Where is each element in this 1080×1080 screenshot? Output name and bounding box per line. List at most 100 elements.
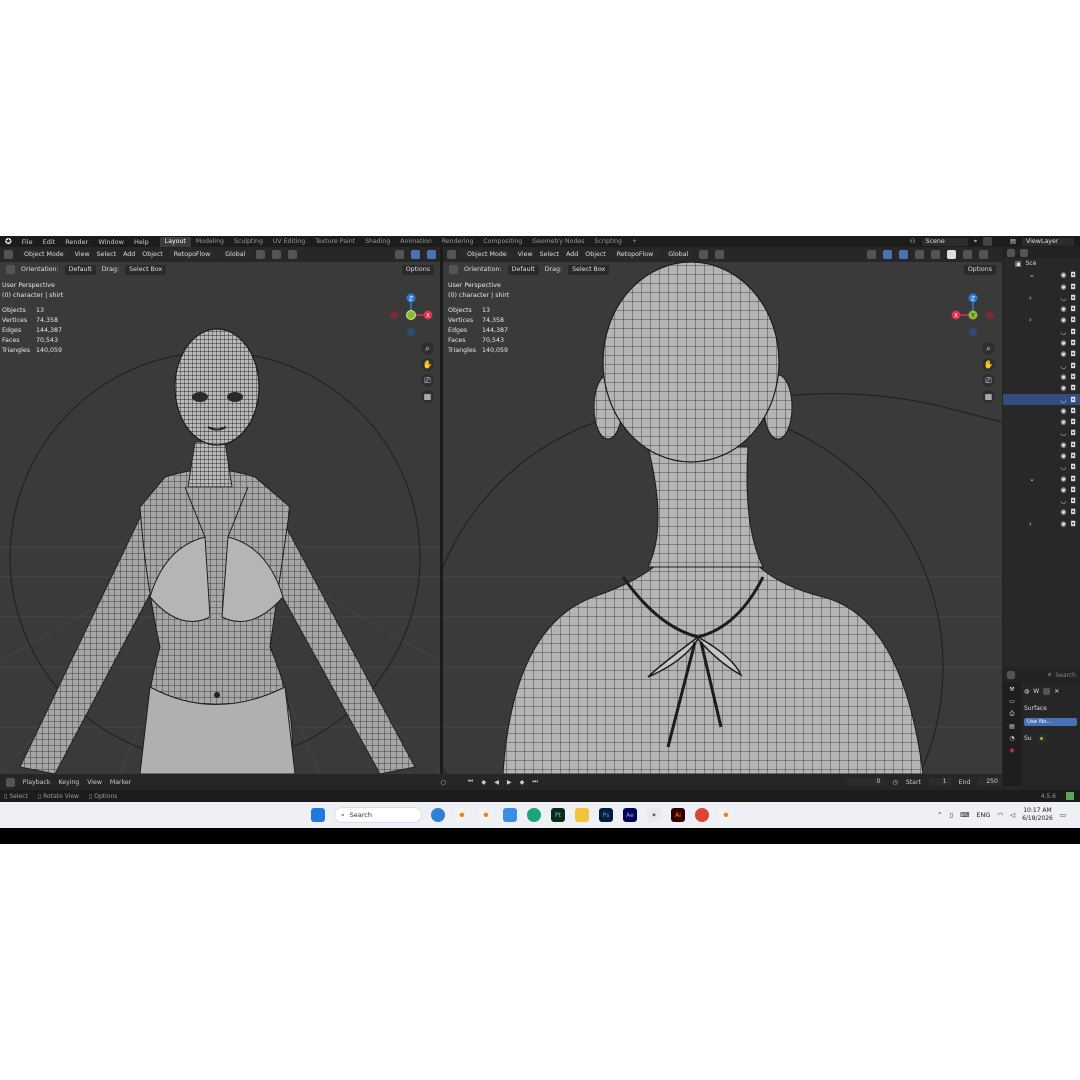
snap-icon[interactable] (715, 250, 725, 259)
render-camera-icon[interactable]: ◘ (1070, 305, 1076, 313)
menu-select[interactable]: Select (540, 251, 559, 258)
eye-visibility-icon[interactable]: ◡ (1060, 429, 1066, 437)
blender-app-icon-2[interactable]: ⚈ (479, 808, 493, 822)
outliner-row[interactable]: ◉ ◘ (1003, 303, 1080, 314)
tray-chevron-icon[interactable]: ⌃ (937, 811, 942, 819)
menu-render[interactable]: Render (60, 238, 93, 246)
properties-panel[interactable]: ⌕ Search ⚒ ▭ ⎙ ▤ ◔ ◉ ◍ W ✕ Surface Use N (1003, 668, 1080, 790)
close-icon[interactable]: ✕ (1054, 688, 1059, 695)
expand-arrow-icon[interactable]: › (1003, 294, 1032, 302)
render-camera-icon[interactable]: ◘ (1070, 362, 1076, 370)
eye-visibility-icon[interactable]: ◉ (1060, 486, 1066, 494)
render-camera-icon[interactable]: ◘ (1070, 373, 1076, 381)
outliner-row[interactable]: › ◡ ◘ (1003, 292, 1080, 303)
visibility-icon[interactable] (395, 250, 404, 259)
menu-window[interactable]: Window (93, 238, 129, 246)
mode-select[interactable]: Object Mode (20, 249, 68, 260)
material-shading-icon[interactable] (963, 250, 972, 259)
eye-visibility-icon[interactable]: ◉ (1060, 475, 1066, 483)
eye-visibility-icon[interactable]: ◡ (1060, 463, 1066, 471)
render-camera-icon[interactable]: ◘ (1070, 497, 1076, 505)
pivot-icon[interactable] (256, 250, 266, 259)
play-icon[interactable]: ▶ (507, 779, 512, 786)
scene-selector[interactable]: Scene (921, 237, 968, 246)
zoom-icon[interactable]: ⌕ (421, 342, 434, 355)
drag-select[interactable]: Select Box (568, 264, 610, 275)
outliner-row[interactable]: ◡ ◘ (1003, 496, 1080, 507)
retopoflow-menu[interactable]: RetopoFlow (169, 249, 215, 260)
drag-select[interactable]: Select Box (125, 264, 167, 275)
grid-icon[interactable]: ▦ (421, 390, 434, 403)
filter-icon[interactable] (1020, 248, 1028, 257)
photoshop-icon[interactable]: Ps (599, 808, 613, 822)
solid-shading-icon[interactable] (947, 250, 956, 259)
expand-arrow-icon[interactable]: › (1003, 520, 1032, 528)
pan-hand-icon[interactable]: ✋ (982, 358, 995, 371)
render-camera-icon[interactable]: ◘ (1070, 271, 1076, 279)
tab-scripting[interactable]: Scripting (589, 237, 627, 247)
proportional-edit-icon[interactable] (288, 250, 298, 259)
eye-visibility-icon[interactable]: ◡ (1060, 328, 1066, 336)
play-reverse-icon[interactable]: ◀ (494, 779, 499, 786)
notification-icon[interactable]: ▭ (1060, 811, 1066, 819)
substance-painter-icon[interactable]: Pt (551, 808, 565, 822)
outliner-row[interactable]: ◡ ◘ (1003, 462, 1080, 473)
tray-keyboard-icon[interactable]: ⌨ (960, 811, 969, 819)
rendered-shading-icon[interactable] (979, 250, 988, 259)
eye-visibility-icon[interactable]: ◉ (1060, 271, 1066, 279)
pan-hand-icon[interactable]: ✋ (421, 358, 434, 371)
timeline-menu-playback[interactable]: Playback (23, 779, 51, 786)
eye-visibility-icon[interactable]: ◉ (1060, 384, 1066, 392)
expand-arrow-icon[interactable]: ⌄ (1003, 271, 1035, 279)
outliner-row[interactable]: ◉ ◘ (1003, 507, 1080, 518)
render-camera-icon[interactable]: ◘ (1070, 475, 1076, 483)
outliner-row[interactable]: › ◉ ◘ (1003, 315, 1080, 326)
outliner-row[interactable]: › ◉ ◘ (1003, 518, 1080, 529)
world-tab-icon[interactable]: ◉ (1009, 747, 1014, 754)
eye-visibility-icon[interactable]: ◡ (1060, 294, 1066, 302)
menu-select[interactable]: Select (97, 251, 116, 258)
tab-shading[interactable]: Shading (360, 237, 395, 247)
tab-compositing[interactable]: Compositing (478, 237, 527, 247)
eye-visibility-icon[interactable]: ◉ (1060, 418, 1066, 426)
outliner-row[interactable]: ◡ ◘ (1003, 326, 1080, 337)
start-frame-field[interactable]: 1 (928, 778, 951, 786)
render-camera-icon[interactable]: ◘ (1070, 407, 1076, 415)
navigation-gizmo[interactable]: Z X (386, 290, 436, 340)
outliner-editor-icon[interactable] (1007, 248, 1015, 257)
tool-settings-icon[interactable] (449, 265, 458, 274)
tab-animation[interactable]: Animation (395, 237, 437, 247)
menu-object[interactable]: Object (142, 251, 163, 258)
outliner-row[interactable]: ◉ ◘ (1003, 405, 1080, 416)
illustrator-icon[interactable]: Ai (671, 808, 685, 822)
gizmo-toggle-icon[interactable] (883, 250, 892, 259)
xray-icon[interactable] (915, 250, 924, 259)
render-camera-icon[interactable]: ◘ (1070, 396, 1076, 404)
retopoflow-menu[interactable]: RetopoFlow (612, 249, 658, 260)
render-camera-icon[interactable]: ◘ (1070, 294, 1076, 302)
wireframe-shading-icon[interactable] (931, 250, 940, 259)
eye-visibility-icon[interactable]: ◡ (1060, 396, 1066, 404)
output-tab-icon[interactable]: ⎙ (1010, 710, 1015, 718)
menu-edit[interactable]: Edit (38, 238, 61, 246)
render-camera-icon[interactable]: ◘ (1070, 429, 1076, 437)
outliner-row[interactable]: ◡ ◘ (1003, 393, 1080, 406)
outliner-row[interactable]: ◉ ◘ (1003, 484, 1080, 495)
properties-editor-icon[interactable] (1007, 671, 1015, 679)
blender-active-icon[interactable]: ⚈ (719, 808, 733, 822)
eye-visibility-icon[interactable]: ◡ (1060, 362, 1066, 370)
tool-tab-icon[interactable]: ⚒ (1009, 686, 1014, 693)
render-camera-icon[interactable]: ◘ (1070, 384, 1076, 392)
volume-icon[interactable]: ◁ (1010, 811, 1015, 819)
add-workspace-icon[interactable]: + (627, 237, 642, 247)
eye-visibility-icon[interactable]: ◉ (1060, 339, 1066, 347)
eye-visibility-icon[interactable]: ◉ (1060, 407, 1066, 415)
use-nodes-button[interactable]: Use No... (1024, 718, 1077, 726)
tray-language[interactable]: ENG (976, 811, 990, 819)
pin-icon[interactable]: ⌖ (974, 238, 978, 246)
outliner-row[interactable]: ◡ ◘ (1003, 428, 1080, 439)
outliner-row[interactable]: ◉ ◘ (1003, 371, 1080, 382)
overlay-toggle-icon[interactable] (427, 250, 436, 259)
navigation-gizmo[interactable]: Z X Y (948, 290, 998, 340)
orientation-select[interactable]: Default (507, 264, 539, 275)
